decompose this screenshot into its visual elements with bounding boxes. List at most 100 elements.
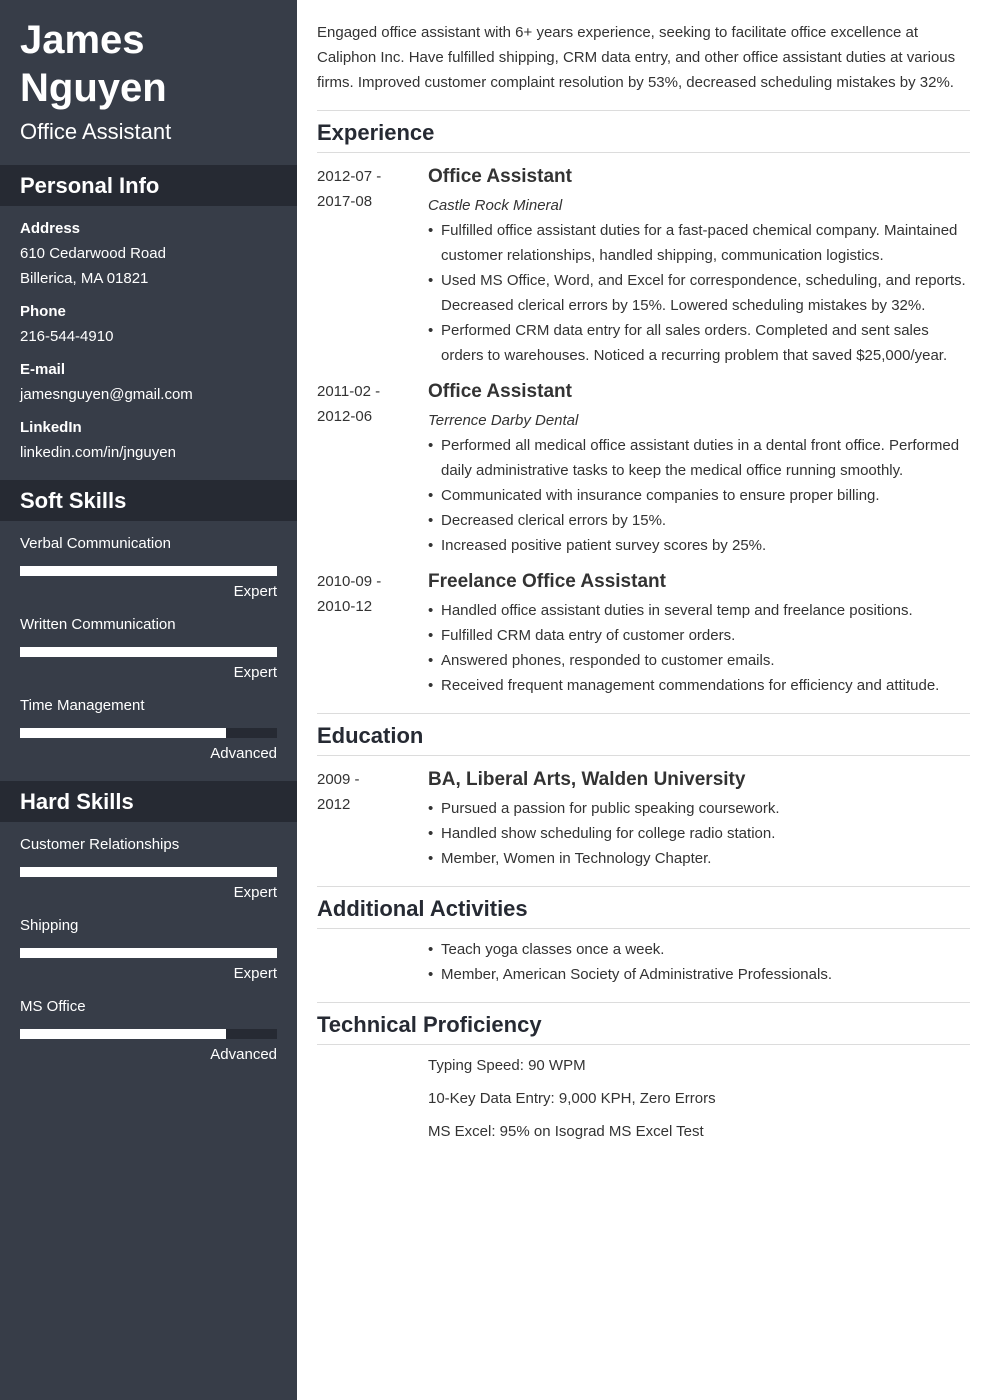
list-item: Pursued a passion for public speaking co… — [428, 796, 970, 821]
hard-skill-item: Shipping Expert — [20, 916, 277, 984]
skill-name: MS Office — [20, 998, 86, 1015]
address-line-2: Billerica, MA 01821 — [20, 270, 149, 287]
entry-body: Freelance Office Assistant Handled offic… — [428, 569, 970, 698]
list-item: Answered phones, responded to customer e… — [428, 648, 970, 673]
list-item: Decreased clerical errors by 15%. — [428, 508, 970, 533]
hard-skill-item: MS Office Advanced — [20, 997, 277, 1065]
skill-level: Advanced — [210, 745, 277, 762]
entry-title: BA, Liberal Arts, Walden University — [428, 769, 746, 790]
entry-bullets: Teach yoga classes once a week. Member, … — [428, 937, 970, 987]
additional-activities-section: Additional Activities — [317, 886, 970, 929]
skill-level: Expert — [233, 884, 277, 901]
entry-body: Office Assistant Castle Rock Mineral Ful… — [428, 164, 970, 368]
technical-proficiency-section: Technical Proficiency — [317, 1002, 970, 1045]
soft-skills-heading: Soft Skills — [0, 480, 297, 521]
skill-name: Customer Relationships — [20, 836, 180, 853]
date-start: 2010-09 - — [317, 573, 382, 590]
name-last: Nguyen — [20, 66, 167, 110]
entry-bullets: Fulfilled office assistant duties for a … — [428, 218, 970, 368]
tech-item: MS Excel: 95% on Isograd MS Excel Test — [428, 1123, 704, 1140]
personal-info-heading: Personal Info — [0, 165, 297, 206]
entry-body: Office Assistant Terrence Darby Dental P… — [428, 379, 970, 558]
entry-bullets: Performed all medical office assistant d… — [428, 433, 970, 558]
entry-date: 2011-02 - 2012-06 — [317, 379, 417, 429]
list-item: Fulfilled CRM data entry of customer ord… — [428, 623, 970, 648]
candidate-name: James Nguyen — [20, 16, 167, 112]
list-item: Communicated with insurance companies to… — [428, 483, 970, 508]
list-item: Received frequent management commendatio… — [428, 673, 970, 698]
skill-bar — [20, 1029, 277, 1039]
address-label: Address — [20, 220, 81, 237]
phone-label: Phone — [20, 303, 66, 320]
skill-name: Time Management — [20, 697, 145, 714]
skill-bar-fill — [20, 867, 277, 877]
skill-bar-fill — [20, 1029, 226, 1039]
list-item: Handled office assistant duties in sever… — [428, 598, 970, 623]
date-end: 2017-08 — [317, 193, 373, 210]
list-item: Handled show scheduling for college radi… — [428, 821, 970, 846]
experience-section: Experience — [317, 110, 970, 153]
list-item: Fulfilled office assistant duties for a … — [428, 218, 970, 268]
section-title: Experience — [317, 111, 970, 153]
entry-date: 2010-09 - 2010-12 — [317, 569, 417, 619]
skill-name: Shipping — [20, 917, 79, 934]
date-end: 2012 — [317, 796, 351, 813]
list-item: Member, Women in Technology Chapter. — [428, 846, 970, 871]
skill-bar-fill — [20, 728, 226, 738]
entry-title: Freelance Office Assistant — [428, 571, 666, 592]
entry-body: Typing Speed: 90 WPM 10-Key Data Entry: … — [428, 1053, 970, 1152]
list-item: Member, American Society of Administrati… — [428, 962, 970, 987]
education-section: Education — [317, 713, 970, 756]
job-title: Office Assistant — [20, 119, 172, 144]
entry-title: Office Assistant — [428, 381, 572, 402]
list-item: Performed all medical office assistant d… — [428, 433, 970, 483]
list-item: Used MS Office, Word, and Excel for corr… — [428, 268, 970, 318]
skill-bar — [20, 728, 277, 738]
section-title: Technical Proficiency — [317, 1003, 970, 1045]
skill-bar-fill — [20, 948, 277, 958]
tech-item: 10-Key Data Entry: 9,000 KPH, Zero Error… — [428, 1090, 716, 1107]
skill-bar — [20, 867, 277, 877]
entry-body: BA, Liberal Arts, Walden University Purs… — [428, 767, 970, 871]
skill-level: Expert — [233, 965, 277, 982]
section-title: Education — [317, 714, 970, 756]
skill-level: Expert — [233, 583, 277, 600]
soft-skill-item: Written Communication Expert — [20, 615, 277, 683]
skill-name: Written Communication — [20, 616, 176, 633]
date-end: 2012-06 — [317, 408, 373, 425]
sidebar: James Nguyen Office Assistant Personal I… — [0, 0, 297, 1400]
email-value[interactable]: jamesnguyen@gmail.com — [20, 382, 193, 407]
skill-level: Advanced — [210, 1046, 277, 1063]
skill-level: Expert — [233, 664, 277, 681]
linkedin-label: LinkedIn — [20, 419, 82, 436]
entry-company: Terrence Darby Dental — [428, 412, 579, 429]
list-item: Teach yoga classes once a week. — [428, 937, 970, 962]
entry-date: 2009 - 2012 — [317, 767, 417, 817]
soft-skill-item: Time Management Advanced — [20, 696, 277, 764]
skill-bar — [20, 948, 277, 958]
name-first: James — [20, 18, 145, 62]
date-start: 2011-02 - — [317, 383, 381, 400]
entry-title: Office Assistant — [428, 166, 572, 187]
skill-bar-fill — [20, 566, 277, 576]
soft-skill-item: Verbal Communication Expert — [20, 534, 277, 602]
phone-value: 216-544-4910 — [20, 328, 114, 345]
entry-company: Castle Rock Mineral — [428, 197, 563, 214]
skill-bar — [20, 566, 277, 576]
list-item: Increased positive patient survey scores… — [428, 533, 970, 558]
section-title: Additional Activities — [317, 887, 970, 929]
hard-skill-item: Customer Relationships Expert — [20, 835, 277, 903]
summary: Engaged office assistant with 6+ years e… — [317, 24, 956, 91]
date-end: 2010-12 — [317, 598, 373, 615]
linkedin-value[interactable]: linkedin.com/in/jnguyen — [20, 440, 176, 465]
address-line-1: 610 Cedarwood Road — [20, 245, 166, 262]
skill-bar — [20, 647, 277, 657]
entry-date: 2012-07 - 2017-08 — [317, 164, 417, 214]
skill-name: Verbal Communication — [20, 535, 171, 552]
date-start: 2009 - — [317, 771, 360, 788]
entry-bullets: Pursued a passion for public speaking co… — [428, 796, 970, 871]
list-item: Performed CRM data entry for all sales o… — [428, 318, 970, 368]
email-label: E-mail — [20, 361, 66, 378]
skill-bar-fill — [20, 647, 277, 657]
tech-item: Typing Speed: 90 WPM — [428, 1057, 586, 1074]
